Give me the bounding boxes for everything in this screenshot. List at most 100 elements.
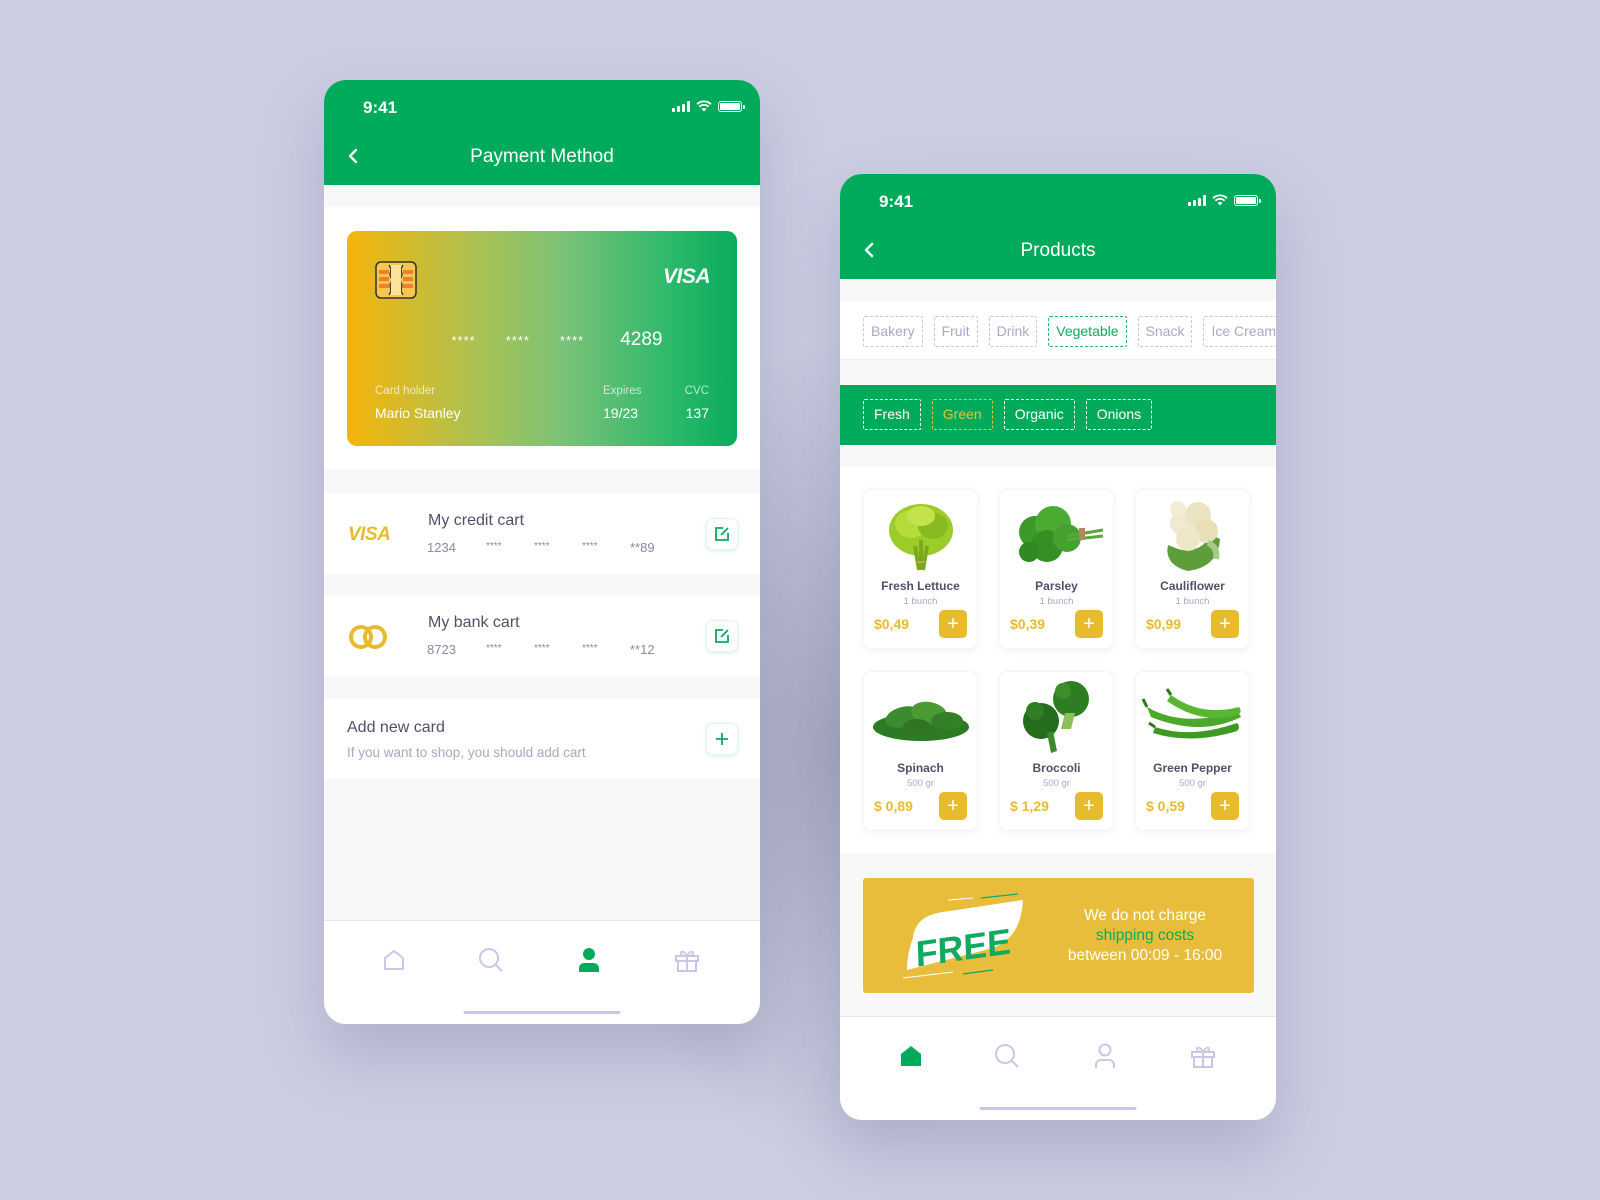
battery-icon [718,100,745,112]
signal-icon [672,100,690,112]
product-card[interactable]: Cauliflower 1 bunch $0,99 + [1135,489,1250,649]
search-icon [479,948,503,972]
saved-card-title: My bank cart [428,614,520,631]
spinach-image [864,676,977,758]
product-card[interactable]: Fresh Lettuce 1 bunch $0,49 + [863,489,978,649]
add-card-button[interactable] [706,723,738,755]
cauliflower-image [1136,494,1249,576]
status-icons [1188,194,1261,206]
free-shipping-banner[interactable]: FREE We do not charge shipping costs bet… [863,878,1254,993]
add-to-cart-button[interactable]: + [1211,792,1239,820]
product-price: $ 0,89 [874,798,913,814]
subcategory-chip[interactable]: Onions [1085,399,1153,430]
subcategory-chips: Fresh Green Organic Onions [863,399,1153,430]
product-grid-section: Fresh Lettuce 1 bunch $0,49 + Parsley 1 bunch… [840,467,1276,853]
broccoli-image [1000,676,1113,758]
product-card[interactable]: Broccoli 500 gr $ 1,29 + [999,671,1114,831]
card-number-mask: **** [559,332,585,348]
category-chip[interactable]: Vegetable [1048,316,1127,347]
profile-icon [579,948,599,972]
card-holder-name: Mario Stanley [375,405,461,421]
category-chip[interactable]: Drink [988,316,1038,347]
category-chip[interactable]: Ice Cream [1203,316,1276,347]
edit-icon [715,527,729,541]
visa-logo: VISA [662,265,711,288]
subcategory-chip[interactable]: Green [931,399,993,430]
add-to-cart-button[interactable]: + [939,792,967,820]
visa-logo: VISA [348,524,391,545]
home-indicator [463,1011,621,1014]
tab-search[interactable] [476,945,506,975]
lettuce-image [864,494,977,576]
free-badge-icon: FREE [902,893,1023,979]
wifi-icon [696,100,712,112]
tab-gift[interactable] [672,945,702,975]
product-unit: 1 bunch [903,596,938,607]
category-chips: Bakery Fruit Drink Vegetable Snack Ice Cream [863,316,1276,347]
tab-profile[interactable] [1090,1041,1120,1071]
subcategory-chip[interactable]: Fresh [863,399,921,430]
product-name: Fresh Lettuce [881,579,960,593]
add-to-cart-button[interactable]: + [1075,792,1103,820]
expires-label: Expires [603,385,642,397]
add-to-cart-button[interactable]: + [939,610,967,638]
category-chip[interactable]: Fruit [933,316,978,347]
product-card[interactable]: Spinach 500 gr $ 0,89 + [863,671,978,831]
product-price: $ 0,59 [1146,798,1185,814]
cvc-label: CVC [684,385,709,397]
subcategory-chip[interactable]: Organic [1003,399,1075,430]
tab-home[interactable] [379,945,409,975]
card-chip-icon [375,261,417,299]
search-icon [995,1044,1019,1068]
add-to-cart-button[interactable]: + [1211,610,1239,638]
tab-search[interactable] [992,1041,1022,1071]
product-unit: 1 bunch [1039,596,1074,607]
card-number-mask: **** [451,332,476,348]
profile-icon [1095,1043,1115,1068]
product-name: Broccoli [1032,761,1081,775]
tab-home[interactable] [896,1041,926,1071]
products-screen: 9:41 Products Bakery Fruit Drink Vegetable S… [840,174,1276,1120]
saved-card-number: 8723 **** **** **** **12 [427,642,655,657]
plus-icon [716,733,728,745]
wifi-icon [1212,194,1228,206]
payment-method-screen: 9:41 Payment Method VISA **** **** **** [324,80,760,1024]
edit-icon [715,629,729,643]
tab-profile[interactable] [574,945,604,975]
status-time: 9:41 [363,98,398,117]
tab-bar [840,1016,1276,1120]
saved-card-bank[interactable]: My bank cart 8723 **** **** **** **12 [324,596,760,676]
add-to-cart-button[interactable]: + [1075,610,1103,638]
product-card[interactable]: Parsley 1 bunch $0,39 + [999,489,1114,649]
mastercard-rings-icon [348,622,394,652]
product-name: Spinach [897,761,944,775]
home-indicator [979,1107,1137,1110]
product-unit: 500 gr [1179,778,1206,789]
product-unit: 1 bunch [1175,596,1210,607]
tab-gift[interactable] [1188,1041,1218,1071]
add-new-card-row[interactable]: Add new card If you want to shop, you sh… [324,699,760,779]
product-grid: Fresh Lettuce 1 bunch $0,49 + Parsley 1 bunch… [863,489,1250,831]
page-title: Payment Method [470,146,614,167]
category-chip[interactable]: Snack [1137,316,1193,347]
header: 9:41 Payment Method [324,80,760,185]
credit-card[interactable]: VISA **** **** **** 4289 Card holder Mar… [347,231,737,446]
add-card-title: Add new card [347,719,445,736]
green-pepper-image [1136,676,1249,758]
product-unit: 500 gr [907,778,934,789]
header: 9:41 Products [840,174,1276,279]
saved-card-title: My credit cart [428,512,525,529]
cvc-value: 137 [685,405,709,421]
product-price: $0,39 [1010,616,1046,632]
product-card[interactable]: Green Pepper 500 gr $ 0,59 + [1135,671,1250,831]
edit-card-button[interactable] [706,518,738,550]
promo-text: We do not charge shipping costs between … [1067,907,1223,964]
edit-card-button[interactable] [706,620,738,652]
parsley-image [1000,494,1113,576]
saved-card-credit[interactable]: VISA My credit cart 1234 **** **** **** … [324,494,760,574]
battery-icon [1234,194,1261,206]
category-chip[interactable]: Bakery [863,316,923,347]
card-holder-label: Card holder [375,385,436,397]
gift-icon [1191,1046,1215,1068]
product-unit: 500 gr [1043,778,1070,789]
